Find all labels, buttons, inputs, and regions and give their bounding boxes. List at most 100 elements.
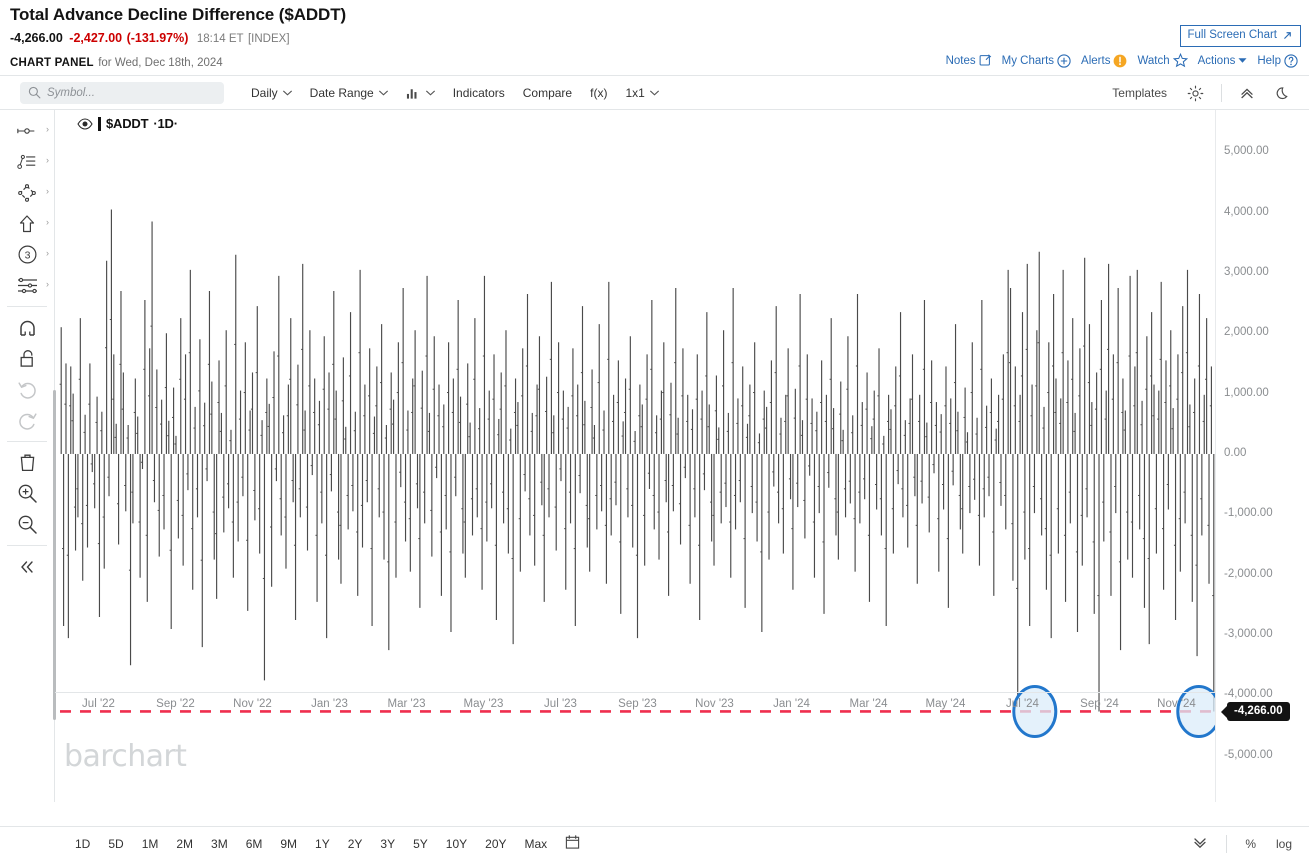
time-range-2y[interactable]: 2Y [339, 834, 372, 854]
sidebar-divider [7, 441, 47, 442]
chart-toolbar: Symbol... Daily Date Range Indicators Co… [0, 76, 1309, 110]
more-options-button[interactable] [1183, 832, 1217, 857]
arrow-tool[interactable]: › [4, 208, 50, 239]
log-scale-toggle[interactable]: log [1267, 834, 1301, 854]
chevron-up-double-icon [1239, 85, 1255, 101]
notes-link[interactable]: Notes [943, 53, 995, 68]
time-range-3y[interactable]: 3Y [371, 834, 404, 854]
eye-icon[interactable] [77, 117, 93, 130]
zoom-in-tool[interactable] [4, 478, 50, 509]
alerts-label: Alerts [1081, 54, 1111, 67]
help-link[interactable]: Help [1254, 53, 1301, 69]
full-screen-chart-label: Full Screen Chart [1187, 29, 1277, 41]
fibonacci-tool[interactable]: › [4, 270, 50, 301]
quote-last-price: -4,266.00 [10, 31, 63, 45]
functions-button[interactable]: f(x) [581, 82, 616, 104]
sidebar-divider [7, 306, 47, 307]
search-icon [28, 86, 41, 99]
date-range-selector[interactable]: Date Range [301, 82, 397, 104]
x-axis[interactable]: Jul '22 Sep '22 Nov '22 Jan '23 Mar '23 May '… [55, 692, 1215, 718]
symbol-search-input[interactable]: Symbol... [20, 81, 224, 104]
quote-summary: -4,266.00 -2,427.00 (-131.97%) 18:14 ET … [10, 30, 1299, 47]
alert-exclamation-icon [1113, 54, 1127, 68]
redo-tool[interactable] [4, 405, 50, 436]
range-divider [1226, 835, 1228, 853]
theme-toggle-button[interactable] [1266, 81, 1301, 106]
y-axis-tick: 0.00 [1224, 446, 1247, 459]
y-axis[interactable]: 5,000.00 4,000.00 3,000.00 2,000.00 1,000.00… [1216, 110, 1309, 802]
interval-selector[interactable]: Daily [242, 82, 301, 104]
my-charts-link[interactable]: My Charts [999, 53, 1074, 69]
quote-timestamp: 18:14 ET [196, 33, 244, 45]
chevron-right-icon: › [46, 124, 49, 134]
quote-header: Total Advance Decline Difference ($ADDT)… [0, 0, 1309, 47]
star-icon [1172, 53, 1188, 68]
chevron-right-icon: › [46, 155, 49, 165]
delete-tool[interactable] [4, 447, 50, 478]
crosshair-line-tool[interactable]: › [4, 115, 50, 146]
number-marker-tool[interactable]: 3 › [4, 239, 50, 270]
note-edit-icon [979, 54, 992, 67]
actions-menu[interactable]: Actions [1195, 54, 1251, 68]
legend-color-swatch [98, 116, 101, 131]
templates-label: Templates [1112, 86, 1167, 100]
chevron-down-icon [282, 90, 292, 96]
x-axis-tick: Nov '23 [695, 698, 734, 710]
shapes-tool[interactable]: › [4, 177, 50, 208]
legend-interval: ·1D· [153, 116, 178, 131]
x-axis-tick: May '24 [925, 698, 966, 710]
time-range-5d[interactable]: 5D [99, 834, 132, 854]
percent-scale-toggle[interactable]: % [1236, 834, 1265, 854]
zoom-out-tool[interactable] [4, 509, 50, 540]
time-range-buttons: 1D 5D 1M 2M 3M 6M 9M 1Y 2Y 3Y 5Y 10Y 20Y Max [66, 834, 556, 854]
watch-link[interactable]: Watch [1134, 52, 1190, 69]
y-axis-tick: 3,000.00 [1224, 265, 1269, 278]
time-range-20y[interactable]: 20Y [476, 834, 515, 854]
y-axis-tick: 2,000.00 [1224, 326, 1269, 339]
time-range-3m[interactable]: 3M [202, 834, 237, 854]
caret-down-icon [1238, 57, 1247, 64]
chart-legend[interactable]: $ADDT ·1D· [77, 116, 178, 131]
toolbar-divider [1221, 84, 1222, 102]
time-range-9m[interactable]: 9M [271, 834, 306, 854]
x-axis-tick: Jul '23 [544, 698, 577, 710]
calendar-icon [565, 834, 580, 850]
time-range-max[interactable]: Max [516, 834, 557, 854]
compare-button[interactable]: Compare [514, 82, 581, 104]
chart-settings-button[interactable] [1178, 81, 1213, 106]
custom-date-range-button[interactable] [556, 831, 589, 856]
plus-circle-icon [1057, 53, 1071, 68]
chevron-right-icon: › [46, 186, 49, 196]
collapse-header-button[interactable] [1230, 81, 1264, 105]
chevron-right-icon: › [46, 279, 49, 289]
layout-label: 1x1 [625, 85, 645, 100]
x-axis-tick: Jan '24 [773, 698, 810, 710]
collapse-sidebar[interactable] [4, 551, 50, 582]
layout-selector[interactable]: 1x1 [616, 82, 667, 104]
legend-symbol: $ADDT [106, 116, 149, 131]
magnet-tool[interactable] [4, 312, 50, 343]
templates-button[interactable]: Templates [1103, 82, 1176, 104]
indicators-button[interactable]: Indicators [444, 82, 514, 104]
undo-tool[interactable] [4, 374, 50, 405]
time-range-10y[interactable]: 10Y [437, 834, 476, 854]
last-price-marker: -4,266.00 [1227, 702, 1290, 722]
gear-icon [1187, 85, 1204, 102]
time-range-5y[interactable]: 5Y [404, 834, 437, 854]
time-range-1y[interactable]: 1Y [306, 834, 339, 854]
help-label: Help [1257, 54, 1281, 67]
x-axis-tick: May '23 [463, 698, 504, 710]
annotation-list-tool[interactable]: › [4, 146, 50, 177]
time-range-1m[interactable]: 1M [133, 834, 168, 854]
y-axis-tick: -2,000.00 [1224, 567, 1273, 580]
chevron-down-icon [378, 90, 388, 96]
lock-tool[interactable] [4, 343, 50, 374]
time-range-6m[interactable]: 6M [237, 834, 272, 854]
time-range-2m[interactable]: 2M [167, 834, 202, 854]
time-range-1d[interactable]: 1D [66, 834, 99, 854]
chart-type-selector[interactable] [397, 82, 444, 104]
symbol-placeholder: Symbol... [47, 86, 95, 99]
functions-label: f(x) [590, 85, 608, 100]
full-screen-chart-button[interactable]: Full Screen Chart [1179, 25, 1301, 47]
alerts-link[interactable]: Alerts [1078, 53, 1130, 69]
